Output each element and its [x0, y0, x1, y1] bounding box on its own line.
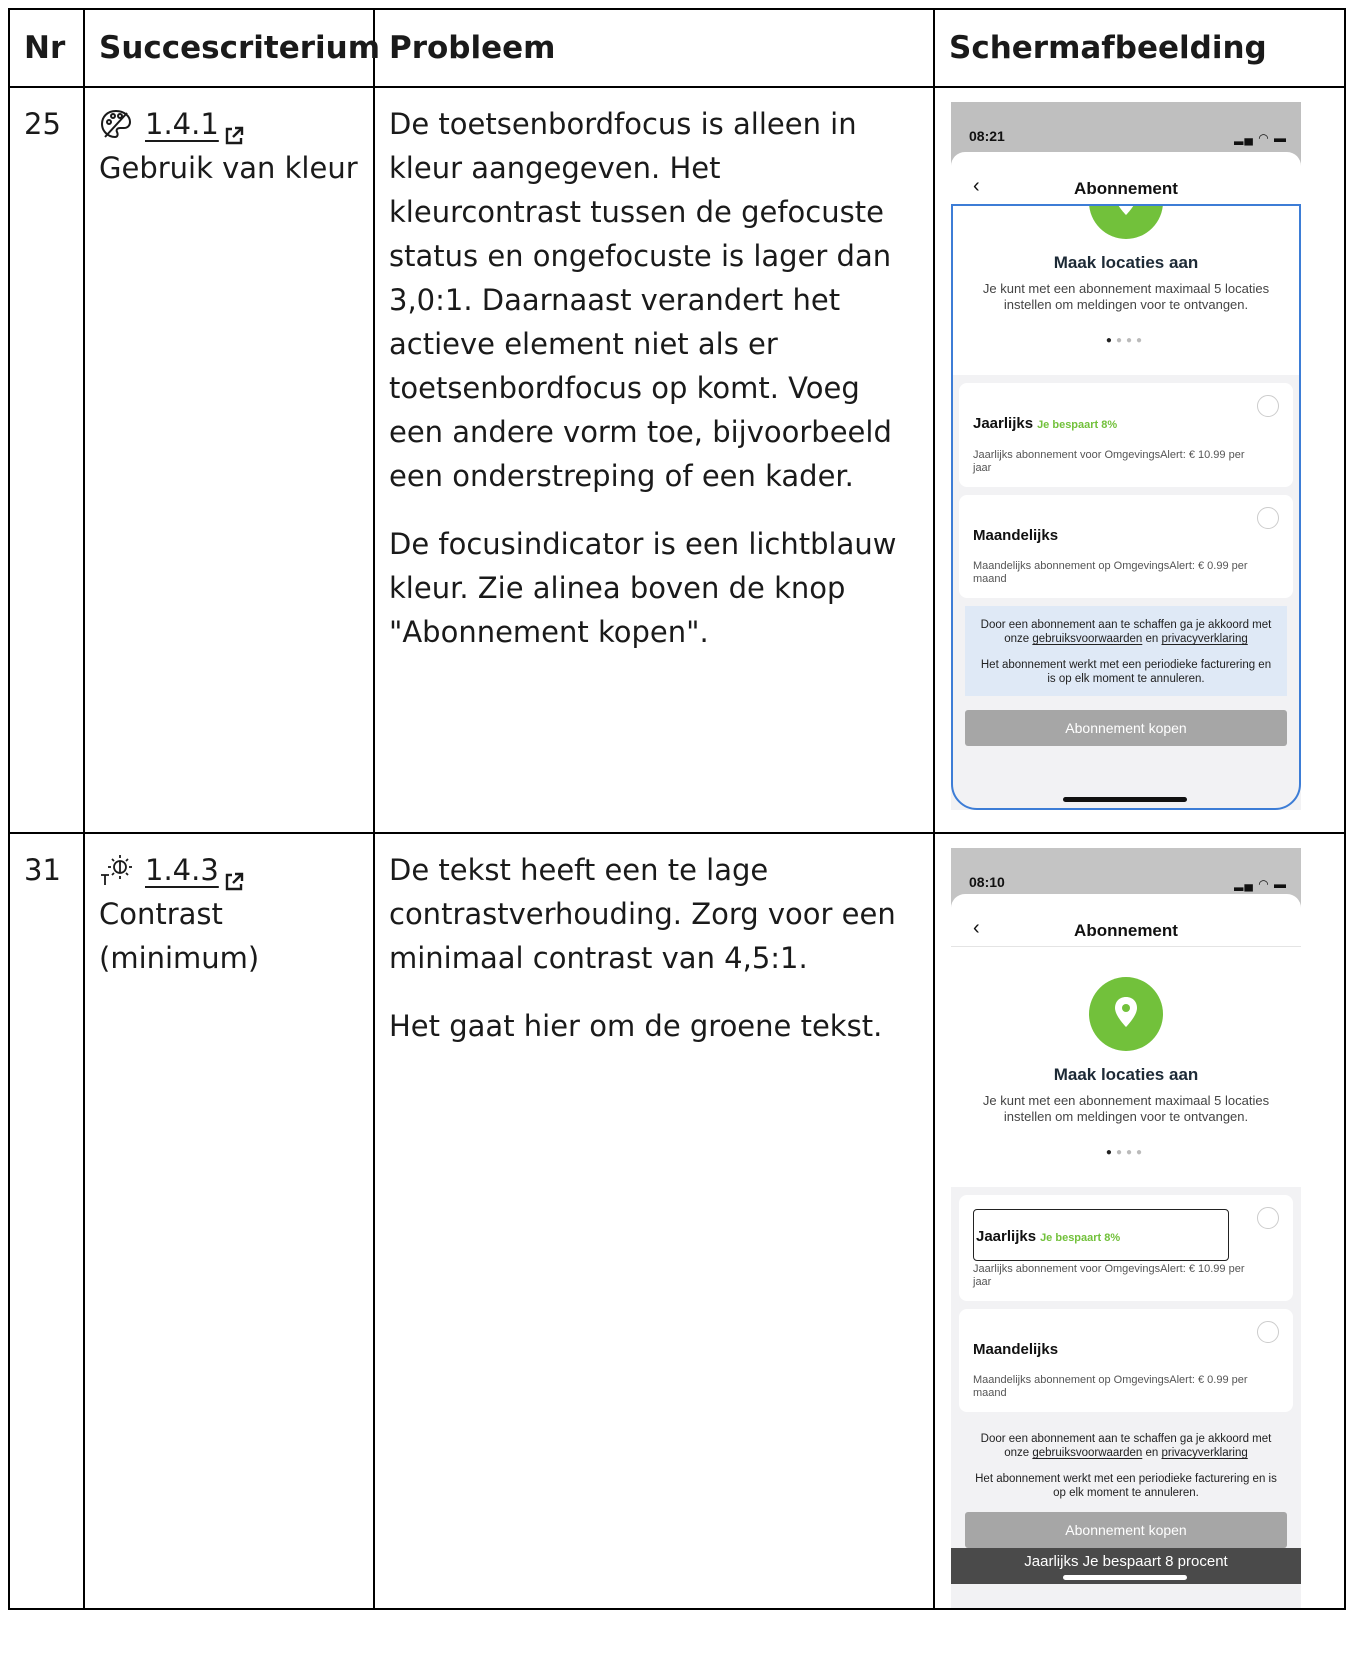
screen-title: Abonnement [1074, 921, 1178, 940]
plan-description: Maandelijks abonnement op OmgevingsAlert… [973, 560, 1248, 585]
buy-subscription-button[interactable]: Abonnement kopen [965, 710, 1287, 746]
plan-description: Maandelijks abonnement op OmgevingsAlert… [973, 1374, 1248, 1399]
section-heading: Maak locaties aan [1053, 253, 1199, 272]
contrast-sun-icon [99, 853, 133, 887]
terms-link[interactable]: gebruiksvoorwaarden [1032, 633, 1142, 645]
criterion-code: 1.4.3 [145, 853, 219, 887]
criterion-name: Contrast (minimum) [99, 897, 260, 975]
plan-name: Jaarlijks [973, 415, 1034, 432]
plan-description: Jaarlijks abonnement voor OmgevingsAlert… [973, 1263, 1245, 1288]
billing-note: Het abonnement werkt met een periodieke … [975, 1473, 1277, 1499]
plan-card-monthly[interactable]: Maandelijks Maandelijks abonnement op Om… [959, 495, 1293, 598]
plan-name: Jaarlijks [976, 1228, 1037, 1245]
app-sheet: ‹ Abonnement Maak locaties aan Je kunt m… [951, 152, 1301, 810]
table-row: 25 1.4.1 Gebruik van kleur De toetsenbor… [8, 86, 1346, 834]
sheet-content: Maak locaties aan Je kunt met een abonne… [951, 205, 1301, 810]
location-pin-icon [1089, 977, 1163, 1051]
plan-name: Maandelijks [973, 1341, 1059, 1358]
table-row: 31 1.4.3 Contrast (minimum) De tekst hee… [8, 832, 1346, 1610]
plan-name: Maandelijks [973, 527, 1059, 544]
color-palette-icon [99, 107, 133, 141]
home-indicator [1063, 1575, 1187, 1580]
legal-text: Door een abonnement aan te schaffen ga j… [959, 1420, 1293, 1510]
problem-paragraph: De tekst heeft een te lage contrastverho… [389, 853, 896, 975]
buy-subscription-button[interactable]: Abonnement kopen [965, 1512, 1287, 1548]
problem-paragraph: Het gaat hier om de groene tekst. [389, 1009, 883, 1043]
header-criterion: Succescriterium [83, 8, 380, 88]
row-nr: 25 [8, 86, 85, 834]
criterion-code: 1.4.1 [145, 107, 219, 141]
criterion-name: Gebruik van kleur [99, 151, 358, 185]
location-pin-icon [1089, 205, 1163, 239]
header-problem: Probleem [373, 8, 935, 88]
audit-table: Nr Succescriterium Probleem Schermafbeel… [8, 8, 1346, 1610]
focus-outline: Jaarlijks Je bespaart 8% [973, 1209, 1229, 1261]
plan-saving: Je bespaart 8% [1040, 1232, 1121, 1244]
privacy-link[interactable]: privacyverklaring [1162, 1447, 1248, 1459]
section-description: Je kunt met een abonnement maximaal 5 lo… [982, 281, 1270, 312]
plan-radio[interactable] [1257, 1321, 1279, 1343]
row-nr: 31 [8, 832, 85, 1610]
legal-text: Door een abonnement aan te schaffen ga j… [965, 606, 1287, 696]
status-bar: 08:21 ▂▄ ◠ ▬ [951, 102, 1301, 150]
nav-bar: ‹ Abonnement [951, 894, 1301, 947]
phone-screenshot: 08:21 ▂▄ ◠ ▬ ‹ Abonnement Maak locaties … [951, 102, 1301, 810]
external-link-icon [223, 861, 245, 891]
criterion-link[interactable]: 1.4.1 [145, 102, 245, 146]
plan-radio[interactable] [1257, 1207, 1279, 1229]
header-nr: Nr [8, 8, 85, 88]
terms-link[interactable]: gebruiksvoorwaarden [1032, 1447, 1142, 1459]
app-sheet: ‹ Abonnement Maak locaties aan Je kunt m… [951, 894, 1301, 1608]
status-bar: 08:10 ◂ App Store ▂▄ ◠ ▬ [951, 848, 1301, 905]
home-indicator [1063, 797, 1187, 802]
plan-saving: Je bespaart 8% [1037, 419, 1118, 431]
section-description: Je kunt met een abonnement maximaal 5 lo… [982, 1093, 1270, 1124]
plan-card-monthly[interactable]: Maandelijks Maandelijks abonnement op Om… [959, 1309, 1293, 1412]
row-screenshot: 08:10 ◂ App Store ▂▄ ◠ ▬ ‹ Abonnement Ma… [933, 832, 1346, 1610]
page-dots: ●●●● [1105, 335, 1147, 346]
legal-text-part: en [1142, 633, 1162, 645]
plan-radio[interactable] [1257, 507, 1279, 529]
plan-description: Jaarlijks abonnement voor OmgevingsAlert… [973, 449, 1245, 474]
nav-bar: ‹ Abonnement [951, 152, 1301, 205]
problem-paragraph: De toetsenbordfocus is alleen in kleur a… [389, 107, 892, 493]
plan-area: Jaarlijks Je bespaart 8% Jaarlijks abonne… [951, 375, 1301, 754]
section-heading: Maak locaties aan [1053, 1065, 1199, 1084]
phone-screenshot: 08:10 ◂ App Store ▂▄ ◠ ▬ ‹ Abonnement Ma… [951, 848, 1301, 1608]
row-problem: De tekst heeft een te lage contrastverho… [373, 832, 935, 1610]
problem-paragraph: De focusindicator is een lichtblauw kleu… [389, 527, 897, 649]
plan-card-yearly[interactable]: Jaarlijks Je bespaart 8% Jaarlijks abonne… [959, 1195, 1293, 1301]
plan-radio[interactable] [1257, 395, 1279, 417]
plan-area: Jaarlijks Je bespaart 8% Jaarlijks abonne… [951, 1187, 1301, 1608]
plan-card-yearly[interactable]: Jaarlijks Je bespaart 8% Jaarlijks abonne… [959, 383, 1293, 487]
row-screenshot: 08:21 ▂▄ ◠ ▬ ‹ Abonnement Maak locaties … [933, 86, 1346, 834]
row-criterion: 1.4.3 Contrast (minimum) [83, 832, 375, 1610]
criterion-link[interactable]: 1.4.3 [145, 848, 245, 892]
legal-text-part: en [1142, 1447, 1162, 1459]
billing-note: Het abonnement werkt met een periodieke … [980, 659, 1272, 685]
header-row: Nr Succescriterium Probleem Schermafbeel… [8, 8, 1346, 88]
header-screenshot: Schermafbeelding [933, 8, 1346, 88]
external-link-icon [223, 115, 245, 145]
page-dots: ●●●● [1105, 1147, 1147, 1158]
privacy-link[interactable]: privacyverklaring [1162, 633, 1248, 645]
row-criterion: 1.4.1 Gebruik van kleur [83, 86, 375, 834]
row-problem: De toetsenbordfocus is alleen in kleur a… [373, 86, 935, 834]
